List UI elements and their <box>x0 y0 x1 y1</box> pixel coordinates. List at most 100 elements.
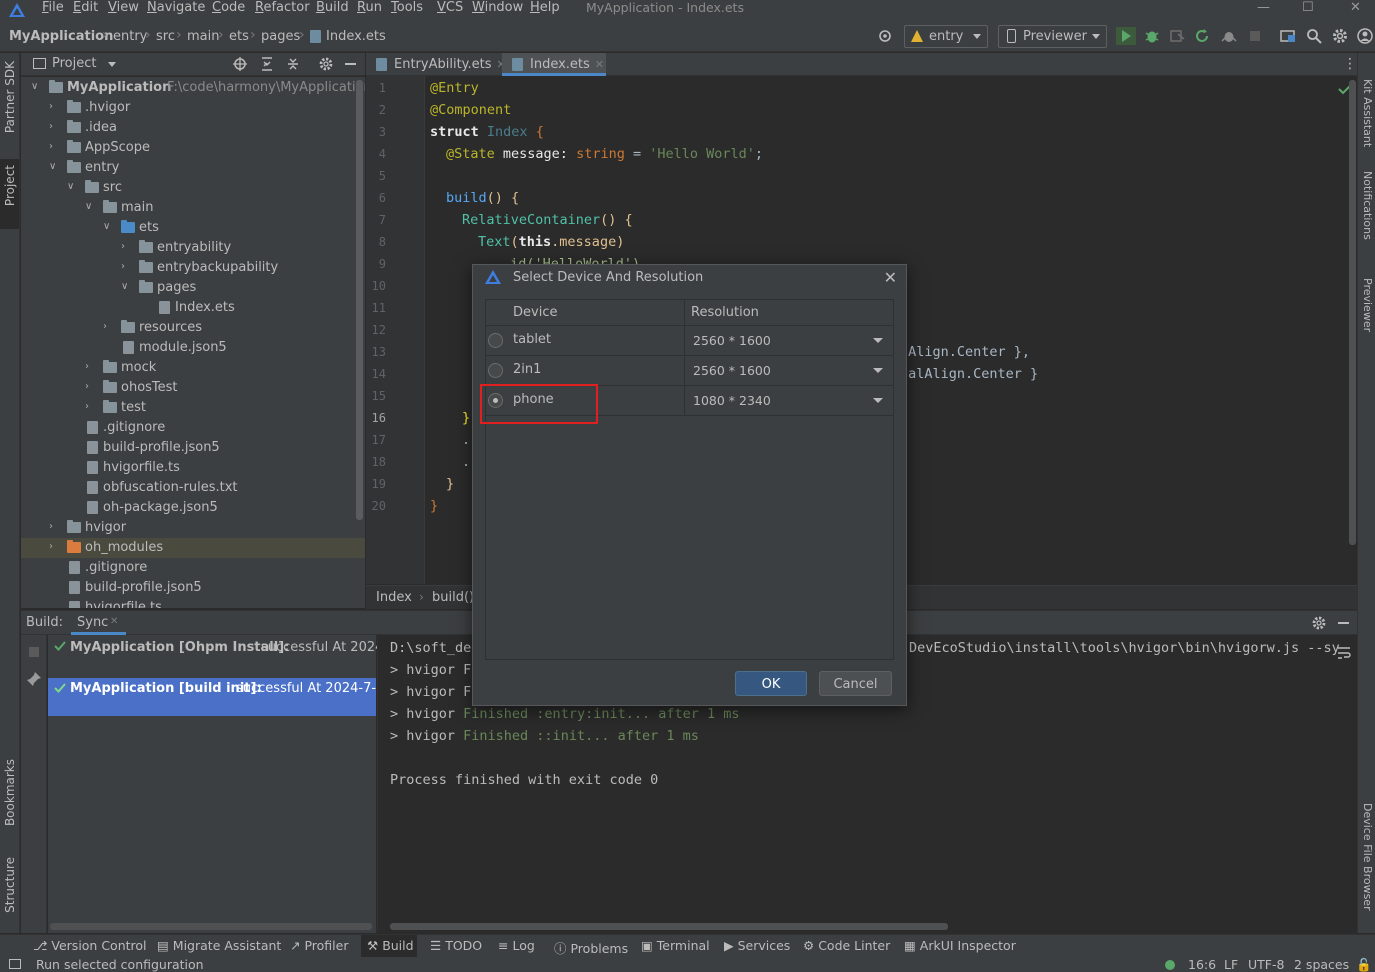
tree-item[interactable]: › entrybackupability <box>21 258 365 278</box>
device-radio[interactable] <box>488 363 503 378</box>
breadcrumb-entry[interactable]: entry <box>113 29 147 44</box>
indent-setting[interactable]: 2 spaces <box>1294 957 1349 972</box>
tab-sync[interactable]: Sync ✕ <box>71 611 126 635</box>
resolution-value[interactable]: 1080 * 2340 <box>693 393 771 408</box>
breadcrumb-ets[interactable]: ets <box>229 29 249 44</box>
close-window-button[interactable]: ✕ <box>1350 0 1361 15</box>
menu-run[interactable]: Run <box>357 0 382 15</box>
lock-icon[interactable]: 🔓 <box>1356 957 1372 972</box>
reload-icon[interactable] <box>1193 27 1211 45</box>
tab-index[interactable]: Index.ets ✕ <box>502 53 606 76</box>
chevron-down-icon[interactable] <box>873 338 883 343</box>
tree-item[interactable]: obfuscation-rules.txt <box>21 478 365 498</box>
status-indicator-icon[interactable] <box>1165 960 1175 970</box>
tool-tab-profiler[interactable]: ↗ Profiler <box>290 938 348 953</box>
tree-item[interactable]: ∨ ets <box>21 218 365 238</box>
tree-item[interactable]: › .idea <box>21 118 365 138</box>
chevron-right-icon[interactable]: › <box>49 121 59 132</box>
close-tab-icon[interactable]: ✕ <box>595 58 604 71</box>
tool-tab-build[interactable]: ⚒ Build <box>361 935 417 958</box>
locate-icon[interactable] <box>232 56 248 72</box>
tool-tab-version-control[interactable]: ⎇ Version Control <box>33 938 147 953</box>
file-encoding[interactable]: UTF-8 <box>1248 957 1284 972</box>
tree-item[interactable]: › mock <box>21 358 365 378</box>
profile-bug-icon[interactable] <box>1220 27 1238 45</box>
debug-icon[interactable] <box>1143 27 1161 45</box>
tree-item[interactable]: › ohosTest <box>21 378 365 398</box>
chevron-right-icon[interactable]: › <box>121 261 131 272</box>
previewer-tab[interactable]: Previewer <box>1361 278 1374 332</box>
tool-tab-terminal[interactable]: ▣ Terminal <box>641 938 710 953</box>
menu-code[interactable]: Code <box>212 0 245 15</box>
tree-item[interactable]: › test <box>21 398 365 418</box>
menu-refactor[interactable]: Refactor <box>255 0 310 15</box>
more-options-icon[interactable]: ⋮ <box>1343 56 1357 72</box>
ok-button[interactable]: OK <box>735 671 807 696</box>
menu-edit[interactable]: Edit <box>73 0 98 15</box>
tree-item[interactable]: › entryability <box>21 238 365 258</box>
bookmarks-tab[interactable]: Bookmarks <box>3 759 17 826</box>
tool-tab-todo[interactable]: ☰ TODO <box>430 938 482 953</box>
tab-entryability[interactable]: EntryAbility.ets✕ <box>366 53 506 76</box>
device-radio[interactable] <box>488 333 503 348</box>
close-icon[interactable]: ✕ <box>884 268 897 287</box>
menu-tools[interactable]: Tools <box>391 0 423 15</box>
settings-gear-icon[interactable] <box>318 56 334 72</box>
chevron-right-icon[interactable]: › <box>121 241 131 252</box>
chevron-right-icon[interactable]: › <box>49 541 59 552</box>
breadcrumb-file[interactable]: Index.ets <box>326 29 386 44</box>
target-icon[interactable] <box>876 27 894 45</box>
settings-gear-icon[interactable] <box>1311 615 1327 631</box>
soft-wrap-icon[interactable] <box>1336 645 1352 661</box>
chevron-down-icon[interactable] <box>873 398 883 403</box>
resolution-value[interactable]: 2560 * 1600 <box>693 363 771 378</box>
close-tab-icon[interactable]: ✕ <box>110 616 118 627</box>
minimize-button[interactable]: — <box>1257 0 1270 15</box>
tree-item[interactable]: › .hvigor <box>21 98 365 118</box>
tree-item[interactable]: ∨ MyApplication F:\code\harmony\MyApplicat… <box>21 78 365 98</box>
chevron-down-icon[interactable]: ∨ <box>49 161 59 172</box>
menu-file[interactable]: File <box>42 0 64 15</box>
project-structure-icon[interactable] <box>1279 27 1297 45</box>
search-icon[interactable] <box>1305 27 1323 45</box>
tree-item[interactable]: ∨ src <box>21 178 365 198</box>
device-row-tablet[interactable]: tablet 2560 * 1600 <box>486 326 893 356</box>
build-tree-scrollbar[interactable] <box>50 923 372 930</box>
resolution-value[interactable]: 2560 * 1600 <box>693 333 771 348</box>
tree-item[interactable]: .gitignore <box>21 418 365 438</box>
chevron-right-icon[interactable]: › <box>85 401 95 412</box>
pin-icon[interactable] <box>26 671 42 687</box>
chevron-down-icon[interactable]: ∨ <box>103 221 113 232</box>
tree-item[interactable]: Index.ets <box>21 298 365 318</box>
collapse-all-icon[interactable] <box>285 56 301 72</box>
menu-view[interactable]: View <box>108 0 139 15</box>
tool-tab-services[interactable]: ▶ Services <box>724 938 790 953</box>
hide-panel-icon[interactable] <box>345 63 356 65</box>
project-panel-title[interactable]: Project <box>52 56 96 71</box>
menu-window[interactable]: Window <box>472 0 523 15</box>
breadcrumb-main[interactable]: main <box>187 29 219 44</box>
chevron-right-icon[interactable]: › <box>85 381 95 392</box>
hide-panel-icon[interactable] <box>1338 622 1349 624</box>
tree-item[interactable]: ∨ entry <box>21 158 365 178</box>
project-scrollbar[interactable] <box>356 80 363 520</box>
tree-item[interactable]: hvigorfile.ts <box>21 458 365 478</box>
menu-vcs[interactable]: VCS <box>437 0 463 15</box>
cancel-button[interactable]: Cancel <box>819 671 892 696</box>
chevron-down-icon[interactable] <box>108 62 116 67</box>
partner-sdk-tab[interactable]: Partner SDK <box>3 61 17 133</box>
notifications-tab[interactable]: Notifications <box>1361 171 1374 240</box>
tree-item[interactable]: ∨ main <box>21 198 365 218</box>
menu-navigate[interactable]: Navigate <box>147 0 205 15</box>
crumb-build[interactable]: build() <box>432 590 474 605</box>
tool-tab-log[interactable]: ≡ Log <box>498 938 535 953</box>
chevron-right-icon[interactable]: › <box>49 141 59 152</box>
tree-item[interactable]: › hvigor <box>21 518 365 538</box>
chevron-right-icon[interactable]: › <box>49 521 59 532</box>
menu-build[interactable]: Build <box>316 0 349 15</box>
stop-icon[interactable] <box>29 647 39 657</box>
run-config-select[interactable]: Previewer <box>998 25 1107 48</box>
breadcrumb-project[interactable]: MyApplication <box>9 29 113 44</box>
breadcrumb-src[interactable]: src <box>156 29 175 44</box>
tree-item[interactable]: build-profile.json5 <box>21 578 365 598</box>
